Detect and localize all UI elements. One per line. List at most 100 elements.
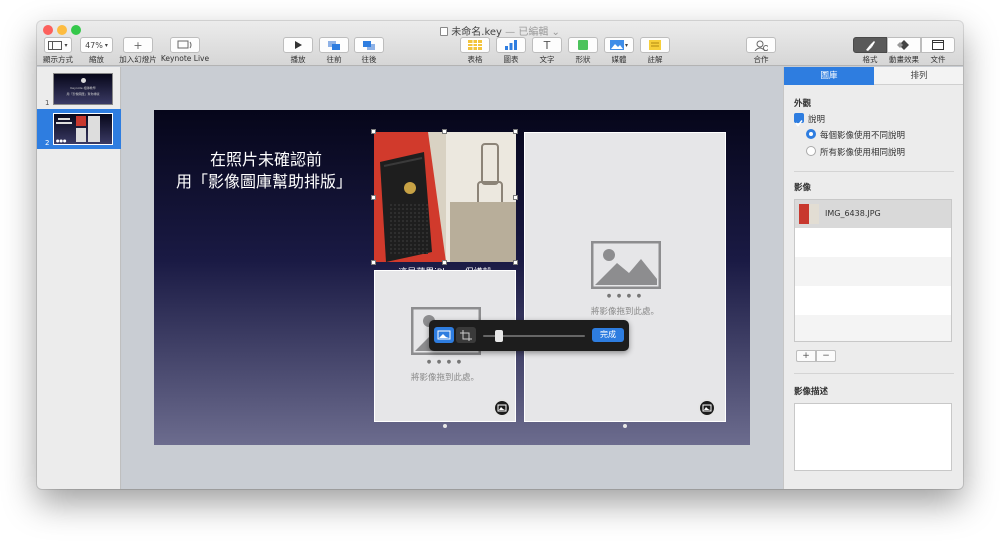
text-label: 文字 <box>539 55 555 64</box>
chart-button[interactable] <box>496 37 526 53</box>
shape-button[interactable] <box>568 37 598 53</box>
document-panel-icon <box>932 40 944 50</box>
send-backward-icon <box>363 40 375 50</box>
zoom-slider-knob[interactable] <box>495 330 504 342</box>
selection-handle[interactable] <box>513 260 518 265</box>
send-backward-button[interactable] <box>354 37 384 53</box>
page-dots: ● ● ● ● <box>426 359 464 365</box>
apple-logo-icon <box>81 78 86 83</box>
selection-handle[interactable] <box>371 129 376 134</box>
radio-different-label[interactable]: 每個影像使用不同說明 <box>820 129 905 141</box>
play-icon <box>295 41 302 49</box>
radio-different-captions[interactable] <box>806 129 816 139</box>
image-mode-button[interactable] <box>434 327 454 343</box>
slide-text-line-2[interactable]: 用「影像圖庫幫助排版」 <box>176 168 352 192</box>
selection-handle[interactable] <box>513 195 518 200</box>
image-gallery-placeholder[interactable]: ● ● ● ● 將影像拖到此處。 <box>524 132 726 422</box>
slide-thumbnail-1[interactable]: 1 Keynote 相簿教學 用「影像圖庫」幫你排版 <box>37 69 121 109</box>
image-list-row <box>795 257 951 286</box>
image-list-row <box>795 228 951 257</box>
keynote-live-label: Keynote Live <box>160 54 210 63</box>
media-icon <box>609 40 624 50</box>
resize-dot[interactable] <box>443 424 447 428</box>
resize-dot[interactable] <box>623 424 627 428</box>
slide-preview-photo <box>76 116 86 126</box>
radio-dot <box>809 132 813 136</box>
play-label: 播放 <box>290 55 306 64</box>
slide-preview: ●●● <box>53 113 113 145</box>
tab-arrange[interactable]: 排列 <box>874 67 963 85</box>
slide-thumbnail-2[interactable]: 2 ●●● <box>37 109 121 149</box>
slide-preview-card <box>76 128 86 142</box>
image-edit-hud: 完成 <box>429 320 629 351</box>
radio-same-caption[interactable] <box>806 146 816 156</box>
zoom-dropdown[interactable]: 47% ▾ <box>80 37 113 53</box>
format-button[interactable] <box>853 37 887 53</box>
tab-gallery[interactable]: 圖庫 <box>784 67 874 85</box>
shape-label: 形狀 <box>575 55 591 64</box>
media-placeholder-icon[interactable] <box>698 399 716 417</box>
media-button[interactable]: ▾ <box>604 37 634 53</box>
document-button[interactable] <box>921 37 955 53</box>
keynote-live-button[interactable] <box>170 37 200 53</box>
text-button[interactable]: T <box>532 37 562 53</box>
slide[interactable]: 在照片未確認前 用「影像圖庫幫助排版」 這是蘋果iPh <box>154 110 750 445</box>
view-button[interactable]: ▾ <box>44 37 72 53</box>
collaborate-label: 合作 <box>753 55 769 64</box>
slide-preview-card <box>88 116 100 142</box>
build-indicator: ●●● <box>56 138 67 143</box>
collaborate-button[interactable] <box>746 37 776 53</box>
chevron-down-icon: ▾ <box>64 41 68 49</box>
placeholder-text: 將影像拖到此處。 <box>410 373 479 383</box>
table-label: 表格 <box>467 55 483 64</box>
media-placeholder-icon[interactable] <box>493 399 511 417</box>
zoom-slider[interactable] <box>483 330 585 342</box>
table-button[interactable] <box>460 37 490 53</box>
checkmark-icon <box>795 120 803 127</box>
window-title: 未命名.key — 已編輯 ⌄ <box>37 23 963 38</box>
image-list: IMG_6438.JPG <box>794 199 952 342</box>
selection-handle[interactable] <box>371 195 376 200</box>
shape-icon <box>578 40 588 50</box>
selection-handle[interactable] <box>442 260 447 265</box>
comment-icon <box>649 40 661 50</box>
slide-navigator: 1 Keynote 相簿教學 用「影像圖庫」幫你排版 2 ●●● <box>37 67 121 489</box>
selection-handle[interactable] <box>442 129 447 134</box>
image-description-field[interactable] <box>794 403 952 471</box>
slide-preview-text <box>58 118 70 120</box>
image-filename: IMG_6438.JPG <box>825 209 881 218</box>
keynote-window: 未命名.key — 已編輯 ⌄ ▾ 顯示方式 47% ▾ 縮放 + 加入幻燈片 … <box>37 21 963 489</box>
bring-forward-icon <box>328 40 340 50</box>
comment-label: 註解 <box>647 55 663 64</box>
animate-button[interactable] <box>887 37 921 53</box>
sidebar-view-icon <box>48 40 63 50</box>
diamond-icon <box>897 40 909 50</box>
zoom-label: 縮放 <box>89 55 104 64</box>
image-description-heading: 影像描述 <box>794 387 829 397</box>
text-icon: T <box>543 38 551 52</box>
selection-handle[interactable] <box>513 129 518 134</box>
selection-handle[interactable] <box>371 260 376 265</box>
comment-button[interactable] <box>640 37 670 53</box>
add-slide-button[interactable]: + <box>123 37 153 53</box>
crop-mode-button[interactable] <box>456 327 476 343</box>
caption-checkbox-label[interactable]: 說明 <box>808 113 825 125</box>
remove-image-button[interactable]: − <box>816 350 836 362</box>
page-dots: ● ● ● ● <box>606 293 644 299</box>
slide-preview-line: Keynote 相簿教學 <box>70 86 96 90</box>
slide-text-line-1[interactable]: 在照片未確認前 <box>210 146 322 170</box>
play-button[interactable] <box>283 37 313 53</box>
image-list-row[interactable]: IMG_6438.JPG <box>795 200 951 228</box>
add-image-button[interactable]: + <box>796 350 816 362</box>
crop-icon <box>460 330 472 341</box>
bring-forward-button[interactable] <box>319 37 349 53</box>
image-gallery-photo[interactable] <box>374 132 516 262</box>
placeholder-text: 將影像拖到此處。 <box>590 307 659 317</box>
zoom-value: 47% <box>85 40 103 50</box>
caption-checkbox[interactable] <box>794 113 804 127</box>
appearance-heading: 外觀 <box>794 99 812 109</box>
slide-preview-line: 用「影像圖庫」幫你排版 <box>66 92 100 96</box>
done-button[interactable]: 完成 <box>592 328 624 342</box>
radio-same-label[interactable]: 所有影像使用相同說明 <box>820 146 905 158</box>
slide-number: 1 <box>45 99 50 107</box>
